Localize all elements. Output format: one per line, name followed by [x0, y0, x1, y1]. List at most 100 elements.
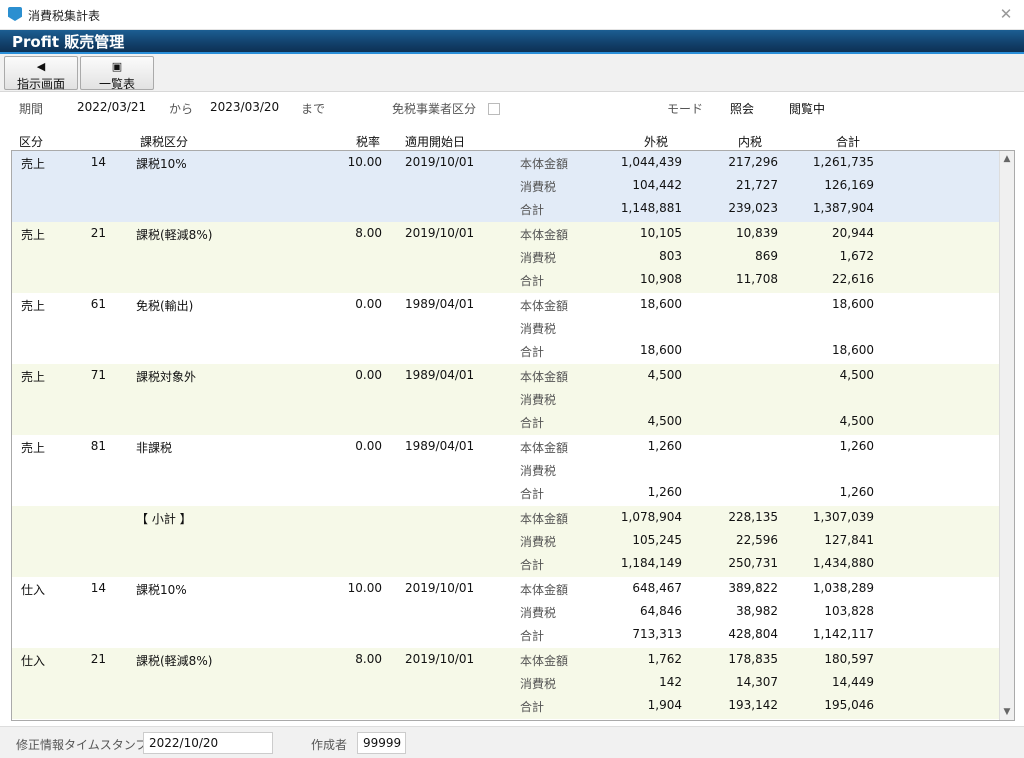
title-bar: 消費税集計表 ✕: [0, 0, 1024, 30]
cell-rate: 8.00: [355, 226, 382, 240]
cell-external-tax: 64,846: [640, 604, 682, 618]
cell-row-label: 合計: [520, 345, 545, 359]
cell-row-label: 本体金額: [520, 583, 569, 597]
scroll-down-icon[interactable]: ▼: [1000, 705, 1014, 719]
cell-external-tax: 1,148,881: [620, 201, 682, 215]
header-external-tax: 外税: [644, 135, 669, 149]
period-label: 期間: [19, 102, 44, 116]
cell-row-label: 合計: [520, 487, 545, 501]
cell-rate: 8.00: [355, 652, 382, 666]
list-print-button[interactable]: ▣ 一覧表: [80, 56, 154, 91]
arrow-left-icon: ◀: [36, 60, 46, 73]
cell-kubun: 仕入: [21, 583, 46, 597]
cell-total: 1,260: [839, 439, 874, 453]
cell-row-label: 本体金額: [520, 512, 569, 526]
cell-external-tax: 18,600: [640, 297, 682, 311]
app-banner: Profit 販売管理: [0, 30, 1024, 54]
cell-code: 21: [90, 226, 106, 240]
cell-internal-tax: 11,708: [736, 272, 778, 286]
cell-external-tax: 4,500: [647, 414, 682, 428]
cell-row-label: 合計: [520, 274, 545, 288]
header-kubun: 区分: [19, 135, 44, 149]
cell-internal-tax: 228,135: [728, 510, 778, 524]
cell-row-label: 本体金額: [520, 654, 569, 668]
cell-kubun: 仕入: [21, 654, 46, 668]
vertical-scrollbar[interactable]: ▲ ▼: [999, 151, 1014, 720]
cell-code: 61: [90, 297, 106, 311]
cell-external-tax: 803: [659, 249, 682, 263]
table-row[interactable]: 仕入 21 課税(軽減8%) 8.00 2019/10/01 本体金額 1,762 178,8…: [12, 648, 1000, 719]
cell-external-tax: 104,442: [632, 178, 682, 192]
grid-rows: 売上 14 課税10% 10.00 2019/10/01 本体金額 1,044,439 217…: [12, 151, 1000, 719]
cell-internal-tax: 428,804: [728, 627, 778, 641]
cell-start-date: 2019/10/01: [405, 652, 475, 666]
cell-rate: 0.00: [355, 439, 382, 453]
toolbar: ◀ 指示画面 ▣ 一覧表: [0, 54, 1024, 92]
table-row[interactable]: 売上 71 課税対象外 0.00 1989/04/01 本体金額 4,500 4,500 消費税…: [12, 364, 1000, 435]
cell-tax-type: 非課税: [136, 441, 173, 455]
cell-external-tax: 1,260: [647, 439, 682, 453]
table-row[interactable]: 売上 81 非課税 0.00 1989/04/01 本体金額 1,260 1,260 消費税 合計…: [12, 435, 1000, 506]
cell-row-label: 本体金額: [520, 441, 569, 455]
close-icon[interactable]: ✕: [996, 4, 1016, 24]
cell-external-tax: 10,105: [640, 226, 682, 240]
cell-internal-tax: 389,822: [728, 581, 778, 595]
cell-tax-type: 課税10%: [136, 583, 187, 597]
cell-tax-type: 課税10%: [136, 157, 187, 171]
cell-kubun: 売上: [21, 370, 46, 384]
cell-external-tax: 713,313: [632, 627, 682, 641]
cell-total: 22,616: [832, 272, 874, 286]
table-row[interactable]: 売上 21 課税(軽減8%) 8.00 2019/10/01 本体金額 10,105 10,8…: [12, 222, 1000, 293]
cell-code: 14: [90, 581, 106, 595]
cell-code: 21: [90, 652, 106, 666]
cell-internal-tax: 178,835: [728, 652, 778, 666]
author-label: 作成者: [311, 738, 348, 752]
header-total: 合計: [836, 135, 861, 149]
scroll-thumb[interactable]: [1002, 167, 1012, 647]
cell-kubun: 売上: [21, 157, 46, 171]
list-print-label: 一覧表: [98, 77, 135, 91]
mode-value: 照会: [730, 102, 755, 116]
cell-external-tax: 1,078,904: [620, 510, 682, 524]
cell-total: 127,841: [824, 533, 874, 547]
cell-internal-tax: 217,296: [728, 155, 778, 169]
cell-code: 14: [90, 155, 106, 169]
summary-grid[interactable]: 売上 14 課税10% 10.00 2019/10/01 本体金額 1,044,439 217…: [11, 150, 1015, 721]
cell-internal-tax: 869: [755, 249, 778, 263]
cell-external-tax: 18,600: [640, 343, 682, 357]
cell-total: 126,169: [824, 178, 874, 192]
timestamp-label: 修正情報タイムスタンプ: [16, 738, 148, 752]
cell-row-label: 消費税: [520, 606, 557, 620]
exempt-checkbox[interactable]: [488, 103, 500, 115]
cell-external-tax: 1,260: [647, 485, 682, 499]
cell-total: 180,597: [824, 652, 874, 666]
cell-row-label: 本体金額: [520, 299, 569, 313]
table-row[interactable]: 売上 14 課税10% 10.00 2019/10/01 本体金額 1,044,439 217…: [12, 151, 1000, 222]
footer: 修正情報タイムスタンプ 2022/10/20 13:33:28 作成者 9999…: [0, 726, 1024, 758]
cell-row-label: 合計: [520, 700, 545, 714]
timestamp-field[interactable]: 2022/10/20 13:33:28: [143, 732, 273, 758]
author-field[interactable]: 99999: [357, 732, 406, 754]
cell-row-label: 消費税: [520, 464, 557, 478]
cell-start-date: 2019/10/01: [405, 155, 475, 169]
cell-internal-tax: 22,596: [736, 533, 778, 547]
header-internal-tax: 内税: [738, 135, 763, 149]
cell-external-tax: 1,044,439: [620, 155, 682, 169]
cell-row-label: 合計: [520, 203, 545, 217]
table-row[interactable]: 仕入 14 課税10% 10.00 2019/10/01 本体金額 648,467 389,8…: [12, 577, 1000, 648]
table-row[interactable]: 売上 61 免税(輸出) 0.00 1989/04/01 本体金額 18,600 18,600…: [12, 293, 1000, 364]
table-row[interactable]: 【 小計 】 本体金額 1,078,904 228,135 1,307,039 消費税 10…: [12, 506, 1000, 577]
cell-internal-tax: 38,982: [736, 604, 778, 618]
back-to-menu-button[interactable]: ◀ 指示画面: [4, 56, 78, 91]
cell-external-tax: 648,467: [632, 581, 682, 595]
cell-total: 4,500: [839, 414, 874, 428]
scroll-up-icon[interactable]: ▲: [1000, 152, 1014, 166]
app-name: Profit 販売管理: [12, 33, 125, 51]
cell-kubun: 売上: [21, 299, 46, 313]
from-label: から: [169, 102, 194, 116]
cell-kubun: 売上: [21, 441, 46, 455]
cell-total: 20,944: [832, 226, 874, 240]
cell-row-label: 消費税: [520, 322, 557, 336]
cell-external-tax: 1,904: [647, 698, 682, 712]
cell-row-label: 合計: [520, 629, 545, 643]
